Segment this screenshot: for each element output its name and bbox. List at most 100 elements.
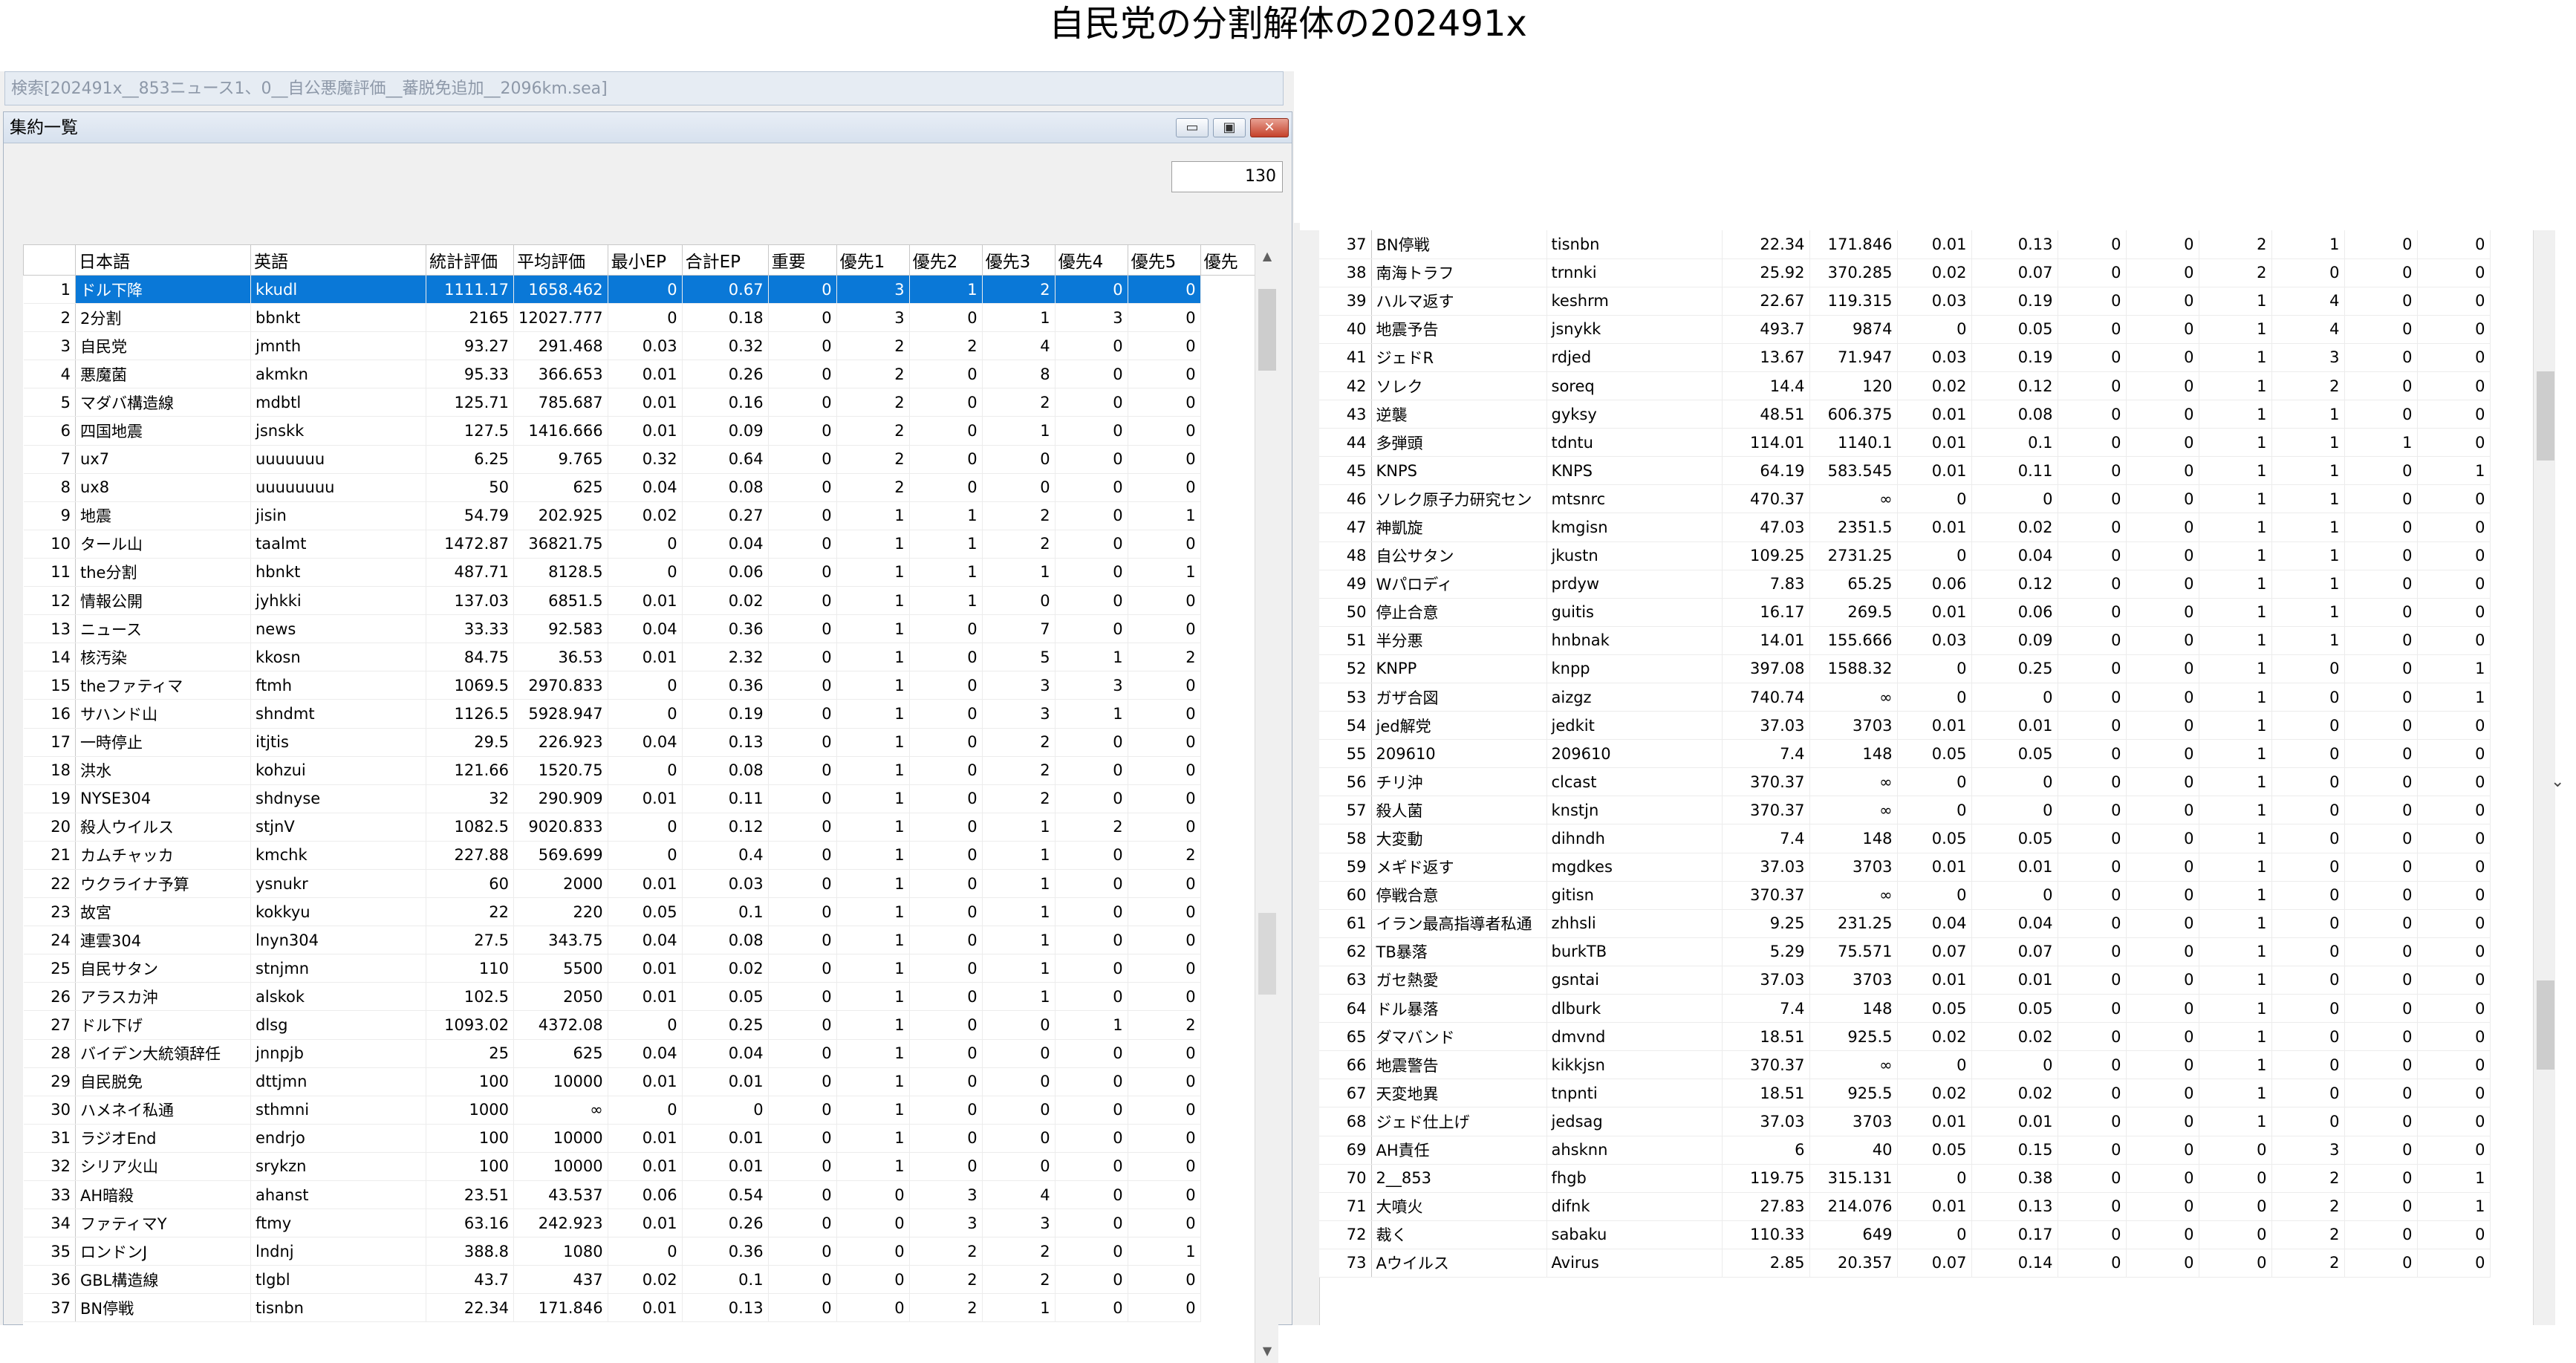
table-cell[interactable]: 0.25	[682, 1010, 769, 1040]
table-cell[interactable]: 63.16	[426, 1209, 514, 1238]
table-cell[interactable]: 148	[1809, 739, 1898, 769]
table-cell[interactable]: 315.131	[1809, 1164, 1898, 1193]
table-cell[interactable]: 1	[2271, 456, 2345, 486]
table-cell[interactable]: 4	[2271, 287, 2345, 316]
table-cell[interactable]: 148	[1809, 994, 1898, 1024]
table-cell[interactable]: 0.02	[608, 1265, 683, 1295]
table-cell[interactable]: 1	[2199, 739, 2272, 769]
table-cell[interactable]: 1	[2199, 994, 2272, 1024]
table-cell[interactable]: 0	[2126, 513, 2199, 542]
table-cell[interactable]: 0.02	[682, 586, 769, 616]
table-cell[interactable]: 1	[982, 1293, 1056, 1323]
table-cell[interactable]: 0	[2417, 541, 2491, 570]
table-cell[interactable]: 13.67	[1722, 343, 1810, 372]
table-cell[interactable]: 1	[2199, 626, 2272, 655]
table-row[interactable]: 14 核汚染 kkosn 84.75 36.53 0.01 2.32 0 1 0 5 1 2	[23, 643, 1261, 672]
table-cell[interactable]: theファティマ	[75, 671, 251, 700]
table-cell[interactable]: 1	[836, 614, 910, 644]
table-cell[interactable]: 0	[909, 982, 983, 1012]
table-cell[interactable]: 0	[982, 1096, 1056, 1125]
table-cell[interactable]: 0.08	[682, 926, 769, 955]
table-cell[interactable]: 2	[2199, 230, 2272, 259]
table-cell[interactable]: difnk	[1546, 1192, 1723, 1221]
table-cell[interactable]: 0	[768, 388, 837, 417]
table-cell[interactable]: 2	[909, 1265, 983, 1295]
table-cell[interactable]: lnyn304	[250, 926, 426, 955]
table-cell[interactable]: アラスカ沖	[75, 982, 251, 1012]
table-cell[interactable]: 1	[836, 530, 910, 559]
table-cell[interactable]: バイデン大統領辞任	[75, 1039, 251, 1068]
table-cell[interactable]: 0	[982, 1124, 1056, 1153]
table-cell[interactable]: 1	[982, 558, 1056, 588]
table-cell[interactable]: 0	[2417, 937, 2491, 966]
table-cell[interactable]: 2351.5	[1809, 513, 1898, 542]
table-cell[interactable]: 1	[2199, 881, 2272, 910]
table-cell[interactable]: 0	[768, 813, 837, 842]
table-cell[interactable]: 9874	[1809, 315, 1898, 344]
table-row[interactable]: 55 209610 209610 7.4 148 0.05 0.05 0 0 1 0 0 0	[1319, 739, 2491, 769]
table-cell[interactable]: 0	[2417, 711, 2491, 741]
table-cell[interactable]: 0	[836, 1237, 910, 1266]
table-cell[interactable]: ドル下降	[75, 275, 251, 305]
table-cell[interactable]: 0	[2271, 909, 2345, 938]
table-row[interactable]: 1 ドル下降 kkudl 1111.17 1658.462 0 0.67 0 3 1 2 0 0	[23, 275, 1261, 305]
table-cell[interactable]: 0	[2344, 1107, 2418, 1136]
table-cell[interactable]: 0.04	[608, 1039, 683, 1068]
table-cell[interactable]: 0	[1128, 699, 1201, 729]
table-cell[interactable]: 0.07	[1897, 1249, 1972, 1278]
table-cell[interactable]: 1	[1055, 1010, 1128, 1040]
table-cell[interactable]: 0.1	[682, 1265, 769, 1295]
table-cell[interactable]: 0	[1971, 881, 2058, 910]
table-cell[interactable]: 14.4	[1722, 371, 1810, 401]
table-cell[interactable]: 0	[909, 897, 983, 927]
table-cell[interactable]: 0	[768, 728, 837, 757]
table-cell[interactable]: 366.653	[513, 360, 608, 389]
table-cell[interactable]: tnpnti	[1546, 1079, 1723, 1108]
table-cell[interactable]: 2	[982, 501, 1056, 530]
table-cell[interactable]: taalmt	[250, 530, 426, 559]
table-cell[interactable]: 0	[2271, 654, 2345, 684]
table-cell[interactable]: 0	[909, 614, 983, 644]
table-cell[interactable]: 0	[2126, 1192, 2199, 1221]
table-cell[interactable]: 0.11	[682, 784, 769, 813]
table-cell[interactable]: 71.947	[1809, 343, 1898, 372]
table-cell[interactable]: 1	[836, 926, 910, 955]
table-row[interactable]: 50 停止合意 guitis 16.17 269.5 0.01 0.06 0 0 1 1 0 0	[1319, 598, 2491, 627]
table-cell[interactable]: 1	[836, 869, 910, 899]
table-cell[interactable]: 0	[1128, 869, 1201, 899]
table-cell[interactable]: 1	[2199, 1107, 2272, 1136]
table-cell[interactable]: 0.26	[682, 360, 769, 389]
table-cell[interactable]: 0	[2417, 1079, 2491, 1108]
table-cell[interactable]: 2	[2199, 258, 2272, 287]
table-cell[interactable]: 0	[2417, 626, 2491, 655]
table-cell[interactable]: 0.1	[682, 897, 769, 927]
minimize-button[interactable]: ▭	[1176, 118, 1209, 137]
table-cell[interactable]: 0.03	[1897, 626, 1972, 655]
column-header[interactable]: 優先	[1200, 244, 1261, 276]
table-cell[interactable]: 裁く	[1371, 1220, 1547, 1249]
table-cell[interactable]: 1	[2199, 598, 2272, 627]
table-cell[interactable]: 0.17	[1971, 1220, 2058, 1249]
table-cell[interactable]: 0	[2271, 824, 2345, 853]
table-cell[interactable]: 1	[2199, 654, 2272, 684]
table-cell[interactable]: 0	[909, 813, 983, 842]
table-cell[interactable]: 自民党	[75, 331, 251, 361]
table-cell[interactable]: 0	[1897, 881, 1972, 910]
table-cell[interactable]: 0	[2417, 1107, 2491, 1136]
table-cell[interactable]: 3	[2271, 1136, 2345, 1165]
table-cell[interactable]: 2	[909, 1293, 983, 1323]
table-cell[interactable]: 0	[1128, 1265, 1201, 1295]
table-cell[interactable]: 3703	[1809, 853, 1898, 882]
table-cell[interactable]: 1	[836, 586, 910, 616]
table-cell[interactable]: 0	[1897, 315, 1972, 344]
table-cell[interactable]: kohzui	[250, 756, 426, 785]
table-cell[interactable]: 0.01	[608, 1152, 683, 1182]
table-cell[interactable]: 0	[768, 473, 837, 502]
table-cell[interactable]: 0	[2126, 570, 2199, 599]
table-cell[interactable]: dihndh	[1546, 824, 1723, 853]
table-cell[interactable]: 1	[909, 530, 983, 559]
table-cell[interactable]: ∞	[1809, 1050, 1898, 1080]
table-cell[interactable]: ∞	[1809, 796, 1898, 825]
table-cell[interactable]: 地震	[75, 501, 251, 530]
table-cell[interactable]: itjtis	[250, 728, 426, 757]
